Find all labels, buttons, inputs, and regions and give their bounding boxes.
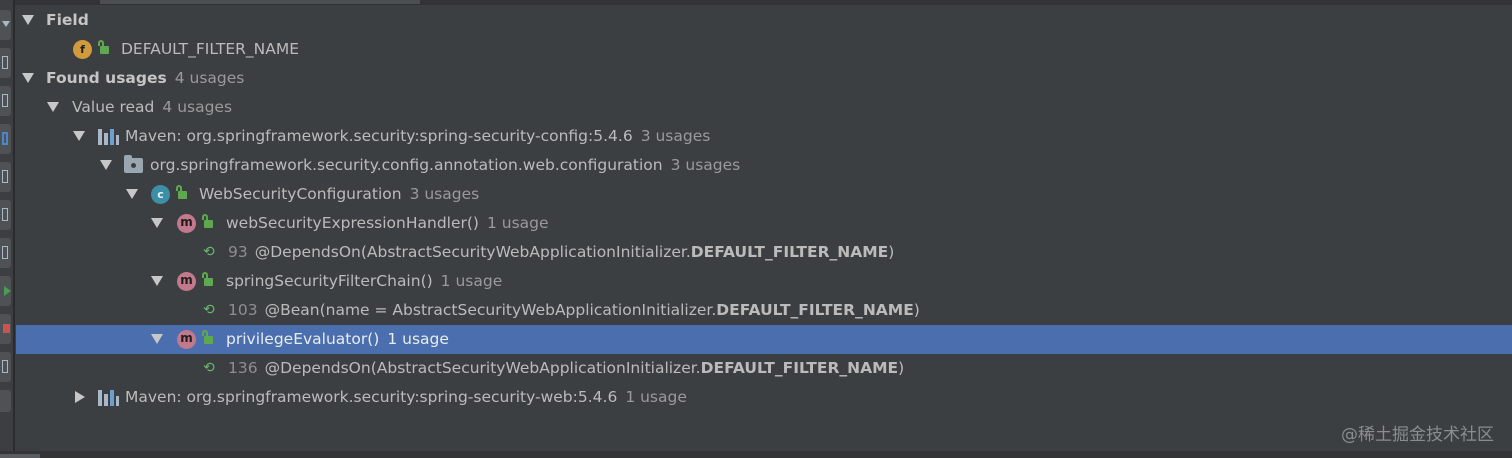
toolbar-button-4[interactable] — [0, 162, 11, 192]
panel-icon — [2, 360, 8, 373]
toolbar-button-6[interactable] — [0, 238, 11, 268]
method-icon: m — [177, 330, 196, 349]
usage-count: 1 usage — [387, 330, 449, 348]
expand-toggle[interactable] — [151, 334, 163, 344]
panel-icon — [2, 94, 8, 107]
code-suffix: ) — [898, 359, 905, 377]
usage-arrow-icon: ⟲ — [203, 360, 215, 376]
chevron-down-icon — [2, 21, 10, 27]
watermark: @稀土掘金技术社区 — [1341, 425, 1494, 445]
class-icon: c — [151, 185, 170, 204]
tree-row-module-web[interactable]: Maven: org.springframework.security:spri… — [16, 383, 1512, 412]
lock-icon — [202, 330, 213, 344]
field-header-label: Field — [46, 11, 89, 29]
line-number: 93 — [228, 243, 248, 261]
toolbar-button-5[interactable] — [0, 200, 11, 230]
lock-icon — [98, 40, 109, 54]
module-name: Maven: org.springframework.security:spri… — [125, 127, 633, 145]
tree-row-field-header[interactable]: Field — [16, 6, 1512, 35]
rerun-button[interactable] — [0, 276, 11, 306]
bottom-scrollbar[interactable] — [0, 451, 1512, 458]
group-icon — [2, 132, 8, 145]
tree-row-found-usages[interactable]: Found usages 4 usages — [16, 64, 1512, 93]
field-icon: f — [73, 40, 92, 59]
tree-row-usage-3[interactable]: ⟲ 136 @DependsOn(AbstractSecurityWebAppli… — [16, 354, 1512, 383]
usage-count: 4 usages — [162, 98, 233, 116]
field-name: DEFAULT_FILTER_NAME — [121, 40, 300, 58]
module-name: Maven: org.springframework.security:spri… — [125, 388, 618, 406]
expand-toggle[interactable] — [151, 218, 163, 228]
left-toolbar — [0, 0, 15, 458]
lock-icon — [202, 272, 213, 286]
panel-icon — [2, 170, 8, 183]
lock-icon — [176, 185, 187, 199]
usage-count: 1 usage — [486, 214, 549, 232]
line-number: 103 — [228, 301, 258, 319]
toolbar-button-7[interactable] — [0, 352, 11, 382]
code-match: DEFAULT_FILTER_NAME — [716, 301, 914, 319]
code-suffix: ) — [888, 243, 895, 261]
play-icon — [4, 286, 11, 296]
tree-row-module-config[interactable]: Maven: org.springframework.security:spri… — [16, 122, 1512, 151]
usage-arrow-icon: ⟲ — [203, 302, 215, 318]
code-match: DEFAULT_FILTER_NAME — [690, 243, 889, 261]
usage-count: 1 usage — [440, 272, 503, 290]
method-name: springSecurityFilterChain() — [226, 272, 433, 290]
tree-row-class[interactable]: c WebSecurityConfiguration 3 usages — [16, 180, 1512, 209]
expand-toggle[interactable] — [75, 391, 85, 403]
tree-row-method-2[interactable]: m springSecurityFilterChain() 1 usage — [16, 267, 1512, 296]
found-usages-label: Found usages — [46, 69, 167, 87]
collapse-button[interactable] — [0, 10, 11, 40]
expand-toggle[interactable] — [47, 102, 59, 112]
toolbar-button-8[interactable] — [0, 390, 11, 412]
tree-row-value-read[interactable]: Value read 4 usages — [16, 93, 1512, 122]
panel-icon — [2, 56, 8, 69]
code-prefix: @Bean(name = AbstractSecurityWebApplicat… — [264, 301, 717, 319]
code-prefix: @DependsOn(AbstractSecurityWebApplicatio… — [254, 243, 691, 261]
expand-toggle[interactable] — [100, 160, 112, 170]
maven-library-icon — [98, 128, 120, 145]
expand-toggle[interactable] — [151, 276, 163, 286]
class-name: WebSecurityConfiguration — [199, 185, 402, 203]
tree-row-field[interactable]: f DEFAULT_FILTER_NAME — [16, 35, 1512, 64]
line-number: 136 — [228, 359, 258, 377]
toolbar-button-2[interactable] — [0, 86, 11, 116]
code-suffix: ) — [913, 301, 920, 319]
usage-count: 3 usages — [409, 185, 480, 203]
tree-row-package[interactable]: org.springframework.security.config.anno… — [16, 151, 1512, 180]
usage-count: 1 usage — [625, 388, 687, 406]
tree-row-method-1[interactable]: m webSecurityExpressionHandler() 1 usage — [16, 209, 1512, 238]
usage-arrow-icon: ⟲ — [203, 244, 215, 260]
stop-button[interactable] — [0, 314, 11, 344]
toolbar-button-1[interactable] — [0, 48, 11, 78]
tree-row-usage-1[interactable]: ⟲ 93 @DependsOn(AbstractSecurityWebApplic… — [16, 238, 1512, 267]
scrollbar-thumb[interactable] — [0, 454, 40, 458]
expand-toggle[interactable] — [73, 131, 85, 141]
top-edge — [0, 0, 1512, 5]
package-name: org.springframework.security.config.anno… — [150, 156, 663, 174]
list-icon — [2, 246, 8, 259]
tree-row-usage-2[interactable]: ⟲ 103 @Bean(name = AbstractSecurityWebApp… — [16, 296, 1512, 325]
method-name: privilegeEvaluator() — [226, 330, 380, 348]
stop-icon — [3, 324, 10, 333]
package-icon — [124, 155, 143, 173]
panel-icon — [2, 208, 8, 221]
top-edge-tab — [100, 0, 420, 4]
method-icon: m — [177, 272, 196, 291]
value-read-label: Value read — [72, 98, 155, 116]
expand-toggle[interactable] — [126, 189, 138, 199]
maven-library-icon — [98, 389, 120, 406]
usage-count: 3 usages — [670, 156, 741, 174]
expand-toggle[interactable] — [22, 73, 34, 83]
tree-row-method-3[interactable]: m privilegeEvaluator() 1 usage — [16, 325, 1512, 354]
method-name: webSecurityExpressionHandler() — [226, 214, 479, 232]
expand-toggle[interactable] — [22, 15, 34, 25]
usage-count: 4 usages — [174, 69, 245, 87]
lock-icon — [202, 214, 213, 228]
code-match: DEFAULT_FILTER_NAME — [700, 359, 899, 377]
code-prefix: @DependsOn(AbstractSecurityWebApplicatio… — [264, 359, 701, 377]
usage-count: 3 usages — [640, 127, 711, 145]
method-icon: m — [177, 214, 196, 233]
toolbar-button-3[interactable] — [0, 124, 11, 154]
